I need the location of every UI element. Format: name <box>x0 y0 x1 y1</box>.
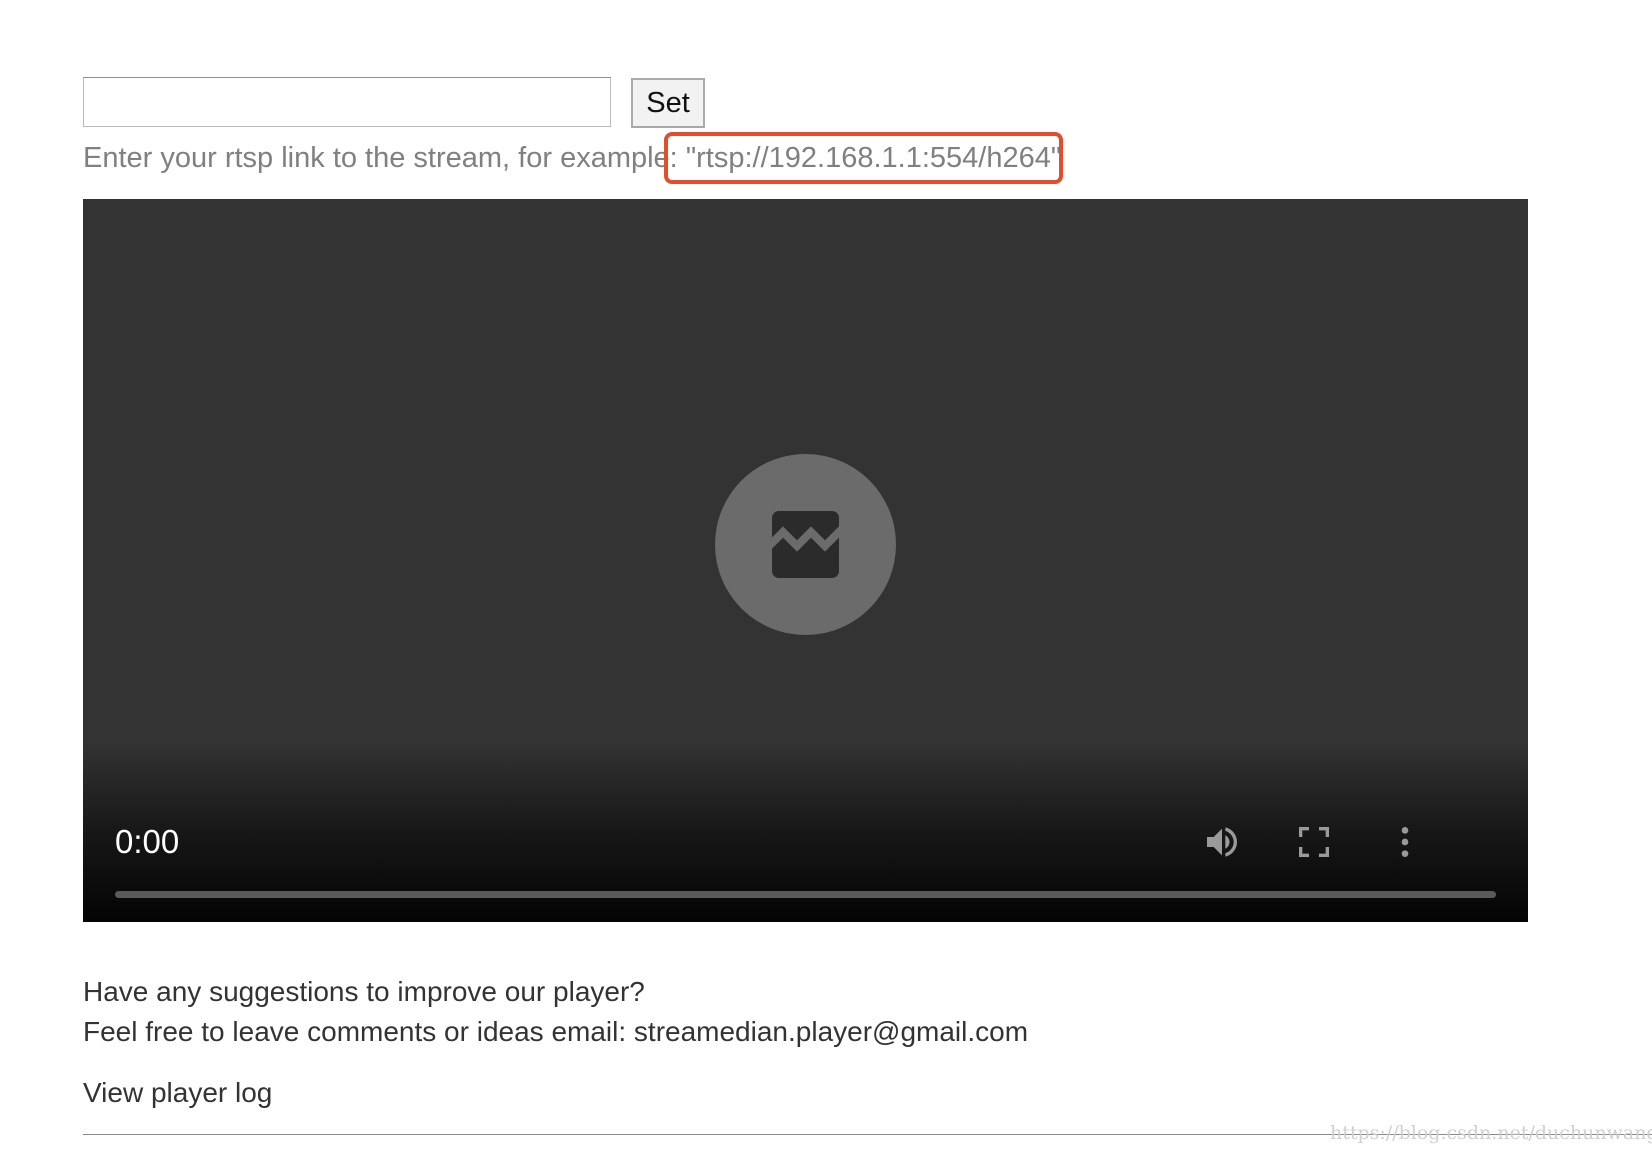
video-player[interactable]: 0:00 <box>83 199 1528 922</box>
more-options-button[interactable] <box>1383 820 1427 864</box>
stream-url-input[interactable] <box>83 77 611 127</box>
fullscreen-button[interactable] <box>1292 820 1336 864</box>
volume-up-icon <box>1207 827 1237 857</box>
example-highlight-box <box>664 132 1063 184</box>
broken-image-icon <box>771 511 840 578</box>
set-button[interactable]: Set <box>631 78 705 128</box>
feedback-line-2: Feel free to leave comments or ideas ema… <box>83 1016 1029 1047</box>
fullscreen-icon <box>1299 827 1329 857</box>
progress-bar[interactable] <box>115 891 1496 898</box>
volume-button[interactable] <box>1200 820 1244 864</box>
hint-prefix: Enter your rtsp link to the stream, for … <box>83 142 686 174</box>
view-player-log-link[interactable]: View player log <box>83 1075 272 1111</box>
feedback-line-1: Have any suggestions to improve our play… <box>83 976 645 1007</box>
time-display: 0:00 <box>115 823 180 860</box>
more-vert-icon <box>1401 827 1409 857</box>
playback-error-indicator <box>715 454 896 635</box>
watermark: https://blog.csdn.net/duchunwang <box>1330 1122 1652 1144</box>
